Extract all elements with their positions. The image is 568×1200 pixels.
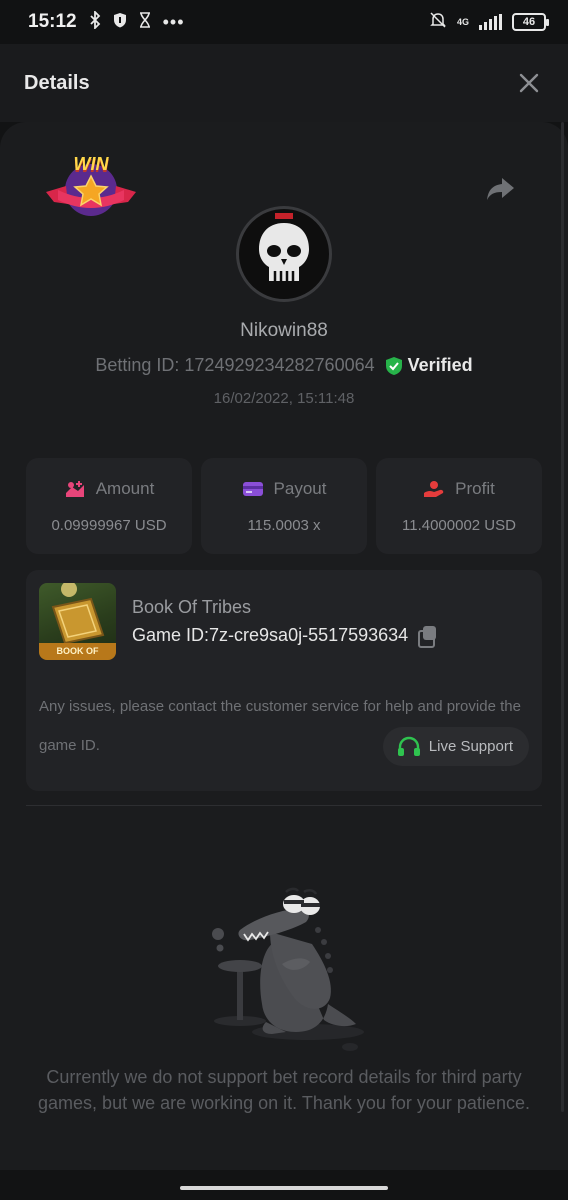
status-bar: 15:12 ••• 4G 46	[0, 0, 568, 44]
betting-id-label: Betting ID:	[95, 355, 180, 375]
details-header: Details	[0, 44, 568, 122]
payout-value: 115.0003 x	[247, 516, 321, 534]
avatar	[236, 206, 332, 302]
game-id-row: Game ID:7z-cre9sa0j-5517593634	[132, 625, 438, 648]
hourglass-icon	[139, 11, 151, 33]
crocodile-illustration-icon	[200, 882, 370, 1060]
signal-icon	[479, 14, 502, 30]
payout-icon	[242, 481, 263, 496]
amount-icon	[65, 480, 84, 497]
copy-icon[interactable]	[418, 625, 438, 648]
navigation-bar	[0, 1170, 568, 1200]
game-id-value: 7z-cre9sa0j-5517593634	[209, 625, 409, 645]
payout-label: Payout	[273, 478, 327, 498]
share-icon	[487, 178, 514, 200]
amount-label: Amount	[95, 478, 155, 498]
profit-card: Profit 11.4000002 USD	[376, 458, 542, 554]
bet-datetime: 16/02/2022, 15:11:48	[213, 390, 355, 407]
win-badge-text: WIN	[73, 154, 109, 174]
status-right-icons: 4G 46	[429, 11, 549, 34]
betting-id-text: Betting ID: 1724929234282760064	[95, 355, 374, 376]
status-left-icons: •••	[89, 9, 185, 34]
live-support-label: Live Support	[428, 738, 513, 755]
live-support-button[interactable]: Live Support	[382, 727, 529, 766]
close-button[interactable]	[514, 68, 544, 98]
profit-header: Profit	[423, 479, 495, 499]
stats-row: Amount 0.09999967 USD Payout 115.0003 x	[26, 458, 542, 554]
game-name: Book Of Tribes	[132, 597, 252, 617]
battery-icon: 46	[512, 13, 549, 31]
page-title: Details	[24, 71, 90, 94]
bell-muted-icon	[429, 11, 447, 34]
divider	[26, 805, 542, 806]
betting-id-row: Betting ID: 1724929234282760064 Verified	[0, 355, 568, 376]
payout-header: Payout	[242, 478, 327, 499]
game-thumb-caption: BOOK OF TRIBES	[56, 646, 99, 656]
shield-status-icon	[113, 12, 127, 33]
username: Nikowin88	[240, 320, 328, 341]
verified-label: Verified	[407, 355, 473, 375]
game-id-label: Game ID:	[132, 625, 210, 645]
win-badge: WIN	[44, 152, 138, 222]
profit-icon	[424, 480, 444, 497]
profit-label: Profit	[455, 478, 495, 498]
payout-card: Payout 115.0003 x	[201, 458, 367, 554]
amount-card: Amount 0.09999967 USD	[26, 458, 192, 554]
close-icon	[519, 73, 539, 93]
share-button[interactable]	[484, 174, 518, 204]
verified-badge: Verified	[385, 355, 473, 376]
headset-icon	[397, 736, 420, 756]
more-dots-icon: •••	[162, 11, 185, 32]
betting-id-value: 1724929234282760064	[184, 355, 375, 375]
amount-header: Amount	[64, 478, 155, 499]
verified-shield-icon	[385, 356, 402, 375]
game-id-text: Game ID:7z-cre9sa0j-5517593634	[132, 625, 408, 646]
home-gesture-handle[interactable]	[180, 1186, 388, 1190]
game-thumbnail[interactable]: BOOK OF TRIBES	[39, 583, 116, 660]
amount-value: 0.09999967 USD	[51, 516, 167, 534]
profit-value: 11.4000002 USD	[402, 516, 516, 534]
status-time: 15:12	[28, 11, 77, 32]
network-type-icon: 4G	[456, 17, 469, 27]
game-card: BOOK OF TRIBES Book Of Tribes Game ID:7z…	[26, 570, 542, 791]
details-sheet: WIN Nikowin88 Betting ID: 17249292342827…	[0, 122, 568, 1180]
bluetooth-icon	[89, 9, 101, 34]
third-party-notice: Currently we do not support bet record d…	[38, 1067, 530, 1113]
scrollbar[interactable]	[561, 122, 564, 1112]
